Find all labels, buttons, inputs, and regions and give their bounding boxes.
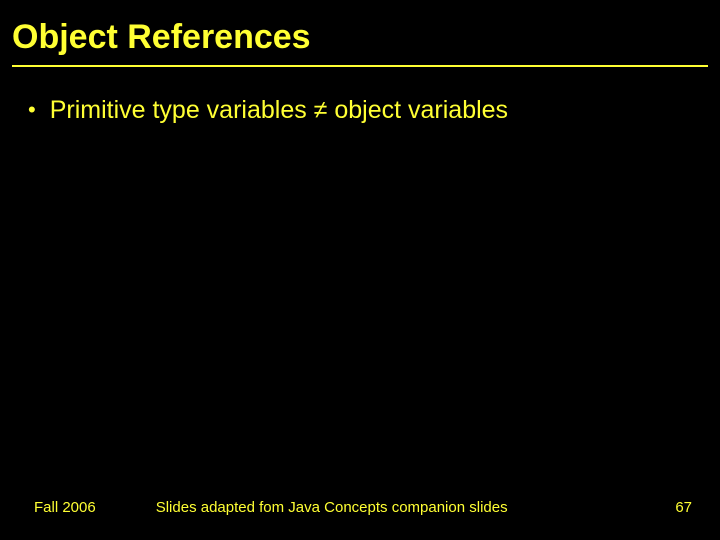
footer-term: Fall 2006 <box>34 499 96 516</box>
footer-page-number: 67 <box>675 499 692 516</box>
bullet-icon: • <box>28 95 36 125</box>
footer-attribution: Slides adapted fom Java Concepts compani… <box>96 499 676 516</box>
slide-title: Object References <box>0 0 720 65</box>
slide-body: • Primitive type variables ≠ object vari… <box>0 67 720 125</box>
bullet-item: • Primitive type variables ≠ object vari… <box>28 95 720 125</box>
slide: Object References • Primitive type varia… <box>0 0 720 540</box>
bullet-text: Primitive type variables ≠ object variab… <box>50 95 508 125</box>
slide-footer: Fall 2006 Slides adapted fom Java Concep… <box>0 499 720 516</box>
